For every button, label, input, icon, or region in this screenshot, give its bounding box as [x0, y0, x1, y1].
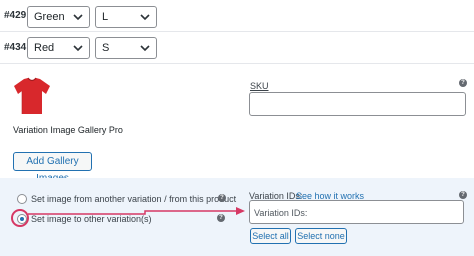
chevron-down-icon — [140, 45, 150, 52]
chevron-down-icon — [140, 14, 150, 21]
variation-ids-help-icon[interactable]: ? — [459, 191, 467, 199]
variation-id-434: #434 — [4, 42, 27, 53]
sku-label: SKU — [250, 81, 269, 91]
add-gallery-images-button[interactable]: Add Gallery Images — [13, 152, 92, 184]
sku-input[interactable] — [249, 92, 466, 116]
variation-id-429: #429 — [4, 10, 27, 21]
select-all-button[interactable]: Select all — [250, 228, 291, 244]
select-none-button[interactable]: Select none — [295, 228, 347, 244]
size-select-429[interactable]: L — [95, 6, 157, 28]
row-divider — [0, 63, 474, 64]
size-select-429-value: L — [102, 11, 109, 23]
row-divider — [0, 31, 474, 32]
product-title: Variation Image Gallery Pro — [13, 125, 123, 135]
color-select-429[interactable]: Green — [27, 6, 90, 28]
chevron-down-icon — [73, 45, 83, 52]
tshirt-thumbnail[interactable] — [12, 76, 52, 116]
variation-ids-placeholder: Variation IDs: — [254, 208, 308, 218]
color-select-429-value: Green — [34, 11, 65, 23]
annotation-arrow — [28, 207, 245, 215]
chevron-down-icon — [73, 14, 83, 21]
color-select-434[interactable]: Red — [27, 37, 90, 59]
color-select-434-value: Red — [34, 42, 55, 54]
size-select-434[interactable]: S — [95, 37, 157, 59]
variation-ids-input[interactable]: Variation IDs: — [249, 200, 464, 224]
sku-help-icon[interactable]: ? — [459, 79, 467, 87]
size-select-434-value: S — [102, 42, 110, 54]
